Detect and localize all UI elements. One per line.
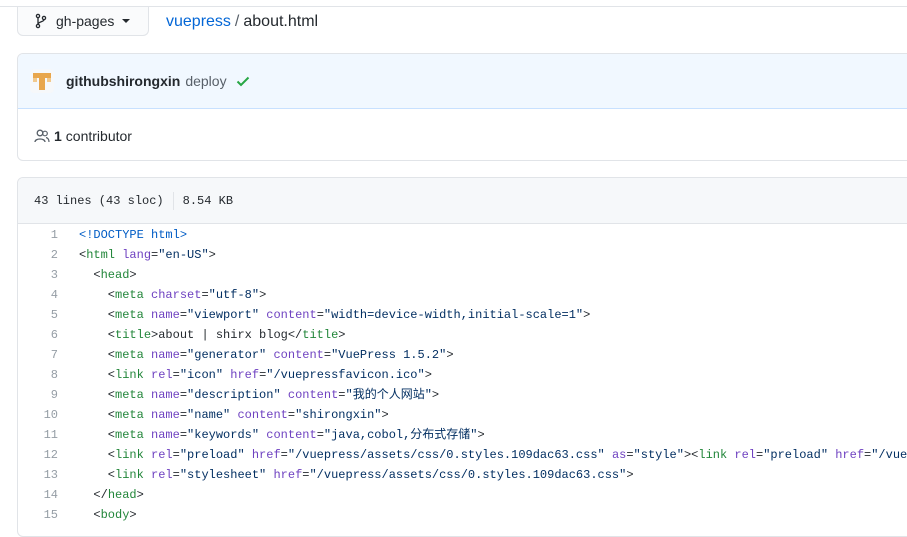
code-line: 12 <link rel="preload" href="/vuepress/a… [18, 445, 907, 465]
line-number[interactable]: 5 [18, 305, 79, 325]
branch-selector-button[interactable]: gh-pages [17, 7, 149, 36]
line-number[interactable]: 14 [18, 485, 79, 505]
breadcrumb-file-name: about.html [243, 13, 319, 30]
commit-message-link[interactable]: deploy [185, 73, 226, 89]
code-line: 6 <title>about | shirx blog</title> [18, 325, 907, 345]
line-text: <meta name="generator" content="VuePress… [79, 348, 454, 362]
breadcrumb: vuepress / about.html [166, 12, 318, 32]
line-text: </head> [79, 488, 144, 502]
people-icon [34, 129, 50, 142]
contributors-row[interactable]: 1 contributor [18, 109, 907, 160]
code-line: 13 <link rel="stylesheet" href="/vuepres… [18, 465, 907, 485]
line-text: <body> [79, 508, 137, 522]
latest-commit-box: githubshirongxin deploy 1 contributor [17, 53, 907, 161]
contributor-count: 1 [54, 127, 62, 144]
line-number[interactable]: 12 [18, 445, 79, 465]
code-line: 14 </head> [18, 485, 907, 505]
check-icon[interactable] [235, 73, 251, 89]
code-line: 1 <!DOCTYPE html> [18, 225, 907, 245]
line-number[interactable]: 10 [18, 405, 79, 425]
code-line: 11 <meta name="keywords" content="java,c… [18, 425, 907, 445]
git-branch-icon [35, 13, 47, 29]
file-info-divider [172, 191, 174, 210]
commit-author-link[interactable]: githubshirongxin [66, 73, 180, 89]
commit-header: githubshirongxin deploy [18, 54, 907, 109]
code-line: 2 <html lang="en-US"> [18, 245, 907, 265]
line-number[interactable]: 4 [18, 285, 79, 305]
code-line: 7 <meta name="generator" content="VuePre… [18, 345, 907, 365]
line-text: <meta name="keywords" content="java,cobo… [79, 428, 485, 442]
branch-name: gh-pages [56, 13, 115, 29]
line-number[interactable]: 9 [18, 385, 79, 405]
line-text: <!DOCTYPE html> [79, 228, 188, 242]
line-number[interactable]: 8 [18, 365, 79, 385]
code-line: 3 <head> [18, 265, 907, 285]
line-text: <title>about | shirx blog</title> [79, 328, 346, 342]
line-text: <head> [79, 268, 137, 282]
line-text: <meta name="name" content="shirongxin"> [79, 408, 389, 422]
code-line: 8 <link rel="icon" href="/vuepressfavico… [18, 365, 907, 385]
file-size: 8.54 KB [182, 193, 234, 208]
code-content: 1 <!DOCTYPE html> 2 <html lang="en-US"> 3 <h… [18, 224, 907, 525]
line-number[interactable]: 3 [18, 265, 79, 285]
line-text: <html lang="en-US"> [79, 248, 216, 262]
line-number[interactable]: 11 [18, 425, 79, 445]
code-line: 15 <body> [18, 505, 907, 525]
chevron-down-icon [122, 19, 131, 23]
line-text: <meta name="description" content="我的个人网站… [79, 388, 440, 402]
line-text: <link rel="preload" href="/vuepress/asse… [79, 448, 907, 462]
line-count: 43 lines (43 sloc) [34, 193, 164, 208]
avatar[interactable] [30, 69, 54, 93]
line-number[interactable]: 13 [18, 465, 79, 485]
code-line: 10 <meta name="name" content="shirongxin… [18, 405, 907, 425]
breadcrumb-repo-link[interactable]: vuepress [166, 13, 231, 30]
file-viewer: 43 lines (43 sloc) 8.54 KB 1 <!DOCTYPE ht… [17, 177, 907, 537]
breadcrumb-separator: / [234, 13, 240, 30]
line-number[interactable]: 7 [18, 345, 79, 365]
line-number[interactable]: 15 [18, 505, 79, 525]
file-info-header: 43 lines (43 sloc) 8.54 KB [18, 178, 907, 224]
line-number[interactable]: 2 [18, 245, 79, 265]
line-number[interactable]: 6 [18, 325, 79, 345]
code-line: 9 <meta name="description" content="我的个人… [18, 385, 907, 405]
line-text: <link rel="icon" href="/vuepressfavicon.… [79, 368, 432, 382]
line-text: <link rel="stylesheet" href="/vuepress/a… [79, 468, 634, 482]
line-text: <meta charset="utf-8"> [79, 288, 267, 302]
line-number[interactable]: 1 [18, 225, 79, 245]
code-line: 5 <meta name="viewport" content="width=d… [18, 305, 907, 325]
contributor-label: contributor [65, 127, 132, 144]
line-text: <meta name="viewport" content="width=dev… [79, 308, 591, 322]
code-line: 4 <meta charset="utf-8"> [18, 285, 907, 305]
